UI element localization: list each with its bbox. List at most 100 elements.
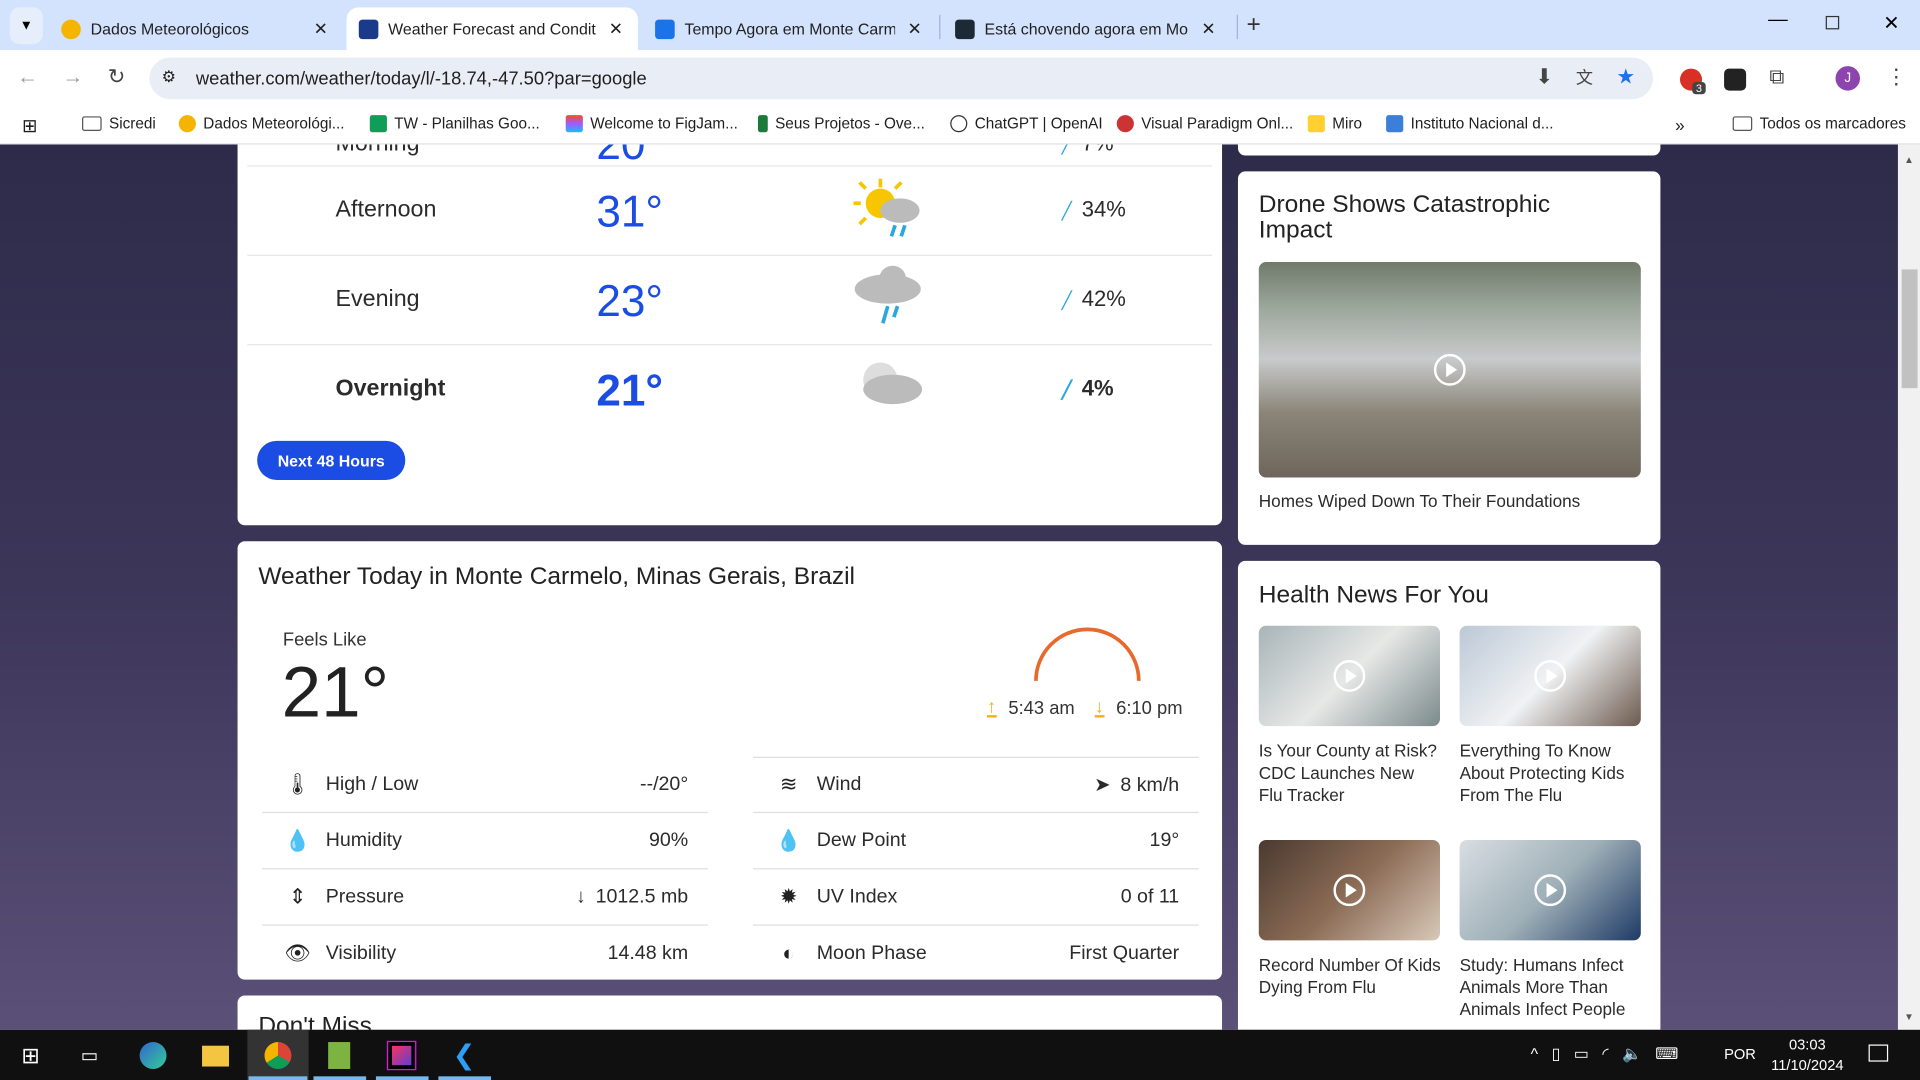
play-icon [1534, 660, 1567, 692]
file-explorer-icon[interactable] [200, 1040, 232, 1072]
video-title[interactable]: Drone Shows Catastrophic Impact [1259, 192, 1626, 243]
translate-icon[interactable]: 文 [1576, 65, 1593, 89]
sunrise-icon: ↑ [986, 696, 997, 717]
bookmark-seus-projetos[interactable]: Seus Projetos - Ove... [757, 115, 925, 133]
bookmark-tw-planilhas[interactable]: TW - Planilhas Goo... [369, 115, 540, 133]
cloud-icon [853, 144, 926, 162]
chrome-icon[interactable] [262, 1040, 294, 1072]
news-item-title[interactable]: Record Number Of Kids Dying From Flu [1259, 954, 1443, 998]
news-thumbnail-lab[interactable] [1258, 625, 1441, 727]
address-bar[interactable]: ⚙ weather.com/weather/today/l/-18.74,-47… [149, 57, 1654, 100]
video-caption[interactable]: Homes Wiped Down To Their Foundations [1259, 490, 1580, 512]
back-icon[interactable]: ← [17, 65, 38, 89]
raindrop-icon: ╱ [1061, 290, 1072, 310]
news-item-title[interactable]: Study: Humans Infect Animals More Than A… [1460, 954, 1650, 1020]
page-content: Morning 20° ╱7% Afternoon 31° ╱34% Eveni… [0, 144, 1898, 1030]
notifications-icon[interactable] [1868, 1044, 1889, 1062]
section-title: Weather Today in Monte Carmelo, Minas Ge… [258, 563, 856, 591]
bookmarks-bar: ⊞ Sicredi Dados Meteorológi... TW - Plan… [0, 105, 1920, 145]
forward-icon[interactable]: → [62, 65, 83, 89]
keyboard-icon: ⌨ [1655, 1044, 1679, 1063]
tab-search-button[interactable]: ▼ [9, 7, 43, 45]
site-settings-icon[interactable]: ⚙ [162, 67, 176, 87]
dont-miss-card: Don't Miss [237, 995, 1223, 1030]
bookmark-visual-paradigm[interactable]: Visual Paradigm Onl... [1116, 115, 1293, 133]
close-tab-icon[interactable]: ✕ [311, 18, 331, 39]
install-app-icon[interactable]: ⬇ [1536, 65, 1553, 89]
bookmark-figjam[interactable]: Welcome to FigJam... [565, 115, 738, 133]
apps-grid-icon[interactable]: ⊞ [22, 115, 37, 137]
menu-kebab-icon[interactable]: ⋮ [1886, 65, 1907, 89]
sidebar-card-top [1237, 144, 1661, 156]
close-window-button[interactable]: ✕ [1883, 11, 1899, 35]
minimize-button[interactable]: — [1768, 10, 1788, 32]
close-tab-icon[interactable]: ✕ [1199, 18, 1219, 39]
tampermonkey-icon[interactable] [1724, 68, 1747, 91]
wind-direction-icon: ➤ [1094, 774, 1111, 796]
reload-icon[interactable]: ↻ [108, 65, 125, 89]
profile-avatar[interactable]: J [1835, 66, 1861, 91]
moon-phase-icon: ◐ [782, 941, 795, 965]
detail-humidity: 💧 Humidity 90% [262, 813, 708, 870]
play-icon [1333, 874, 1366, 907]
bookmark-star-icon[interactable]: ★ [1616, 65, 1635, 89]
play-icon[interactable] [1433, 353, 1466, 386]
page-scrollbar[interactable]: ▲ ▼ [1897, 144, 1920, 1030]
raindrop-icon: ╱ [1061, 379, 1072, 400]
notepad-icon[interactable] [323, 1040, 355, 1072]
pressure-icon: ⇕ [288, 884, 307, 908]
system-tray[interactable]: ^ ▯ ▭ ◜ 🔈 ⌨ [1531, 1044, 1679, 1064]
bookmark-dados[interactable]: Dados Meteorológi... [178, 115, 345, 133]
detail-uv-index: ✹ UV Index 0 of 11 [753, 869, 1199, 926]
vscode-icon[interactable]: ❮ [448, 1040, 480, 1072]
drone-video-card: Drone Shows Catastrophic Impact Homes Wi… [1237, 171, 1661, 545]
edge-icon[interactable] [137, 1040, 169, 1072]
all-bookmarks-folder[interactable]: Todos os marcadores [1732, 115, 1906, 132]
drone-video-thumbnail[interactable] [1258, 262, 1641, 478]
tab-esta-chovendo[interactable]: Está chovendo agora em Monte Carmelo✕ [943, 7, 1231, 50]
task-view-icon[interactable]: ▭ [73, 1040, 105, 1072]
bookmark-chatgpt[interactable]: ChatGPT | OpenAI [950, 115, 1103, 133]
bookmark-miro[interactable]: Miro [1307, 115, 1362, 133]
new-tab-button[interactable]: + [1247, 11, 1261, 39]
bookmark-sicredi[interactable]: Sicredi [82, 115, 156, 132]
forecast-row-afternoon[interactable]: Afternoon 31° ╱ 34% [247, 167, 1213, 256]
intellij-icon[interactable] [386, 1040, 418, 1072]
detail-moon-phase: ◐ Moon Phase First Quarter [753, 926, 1199, 982]
tab-weather-forecast[interactable]: Weather Forecast and Conditions✕ [346, 7, 638, 51]
health-news-card: Health News For You Is Your County at Ri… [1237, 560, 1661, 1030]
start-windows-icon[interactable]: ⊞ [15, 1040, 47, 1072]
sun-arc [1034, 627, 1141, 681]
dew-point-icon: 💧 [775, 828, 802, 852]
next-48-hours-button[interactable]: Next 48 Hours [257, 440, 406, 481]
forecast-row-overnight[interactable]: Overnight 21° ╱ 4% [247, 345, 1212, 434]
news-item-title[interactable]: Is Your County at Risk? CDC Launches New… [1259, 740, 1443, 806]
humidity-drop-icon: 💧 [284, 828, 311, 852]
close-tab-icon[interactable]: ✕ [606, 18, 626, 39]
forecast-row-morning[interactable]: Morning 20° ╱7% [247, 144, 1213, 169]
moon-cloud-icon [853, 358, 926, 419]
news-thumbnail-lab-scientist[interactable] [1459, 840, 1641, 941]
restore-button[interactable] [1825, 15, 1840, 30]
more-bookmarks-icon[interactable]: » [1675, 115, 1685, 135]
cloud-rain-icon [853, 264, 926, 325]
thermometer-icon: 🌡 [284, 772, 311, 796]
bookmark-inmet[interactable]: Instituto Nacional d... [1386, 115, 1554, 133]
tab-tempo-agora[interactable]: Tempo Agora em Monte Carmelo ✕ [643, 7, 937, 50]
section-title: Health News For You [1258, 581, 1489, 609]
news-thumbnail-kids-vaccine[interactable] [1459, 625, 1641, 727]
clock[interactable]: 03:03 11/10/2024 [1763, 1035, 1851, 1077]
scrollbar-thumb[interactable] [1901, 269, 1918, 389]
sunset-icon: ↓ [1094, 696, 1104, 717]
news-thumbnail-sick-kid[interactable] [1258, 840, 1441, 941]
extensions-puzzle-icon[interactable]: ⧉ [1769, 65, 1784, 89]
play-icon [1534, 874, 1567, 907]
close-tab-icon[interactable]: ✕ [905, 18, 925, 39]
language-indicator[interactable]: POR [1724, 1046, 1756, 1063]
feels-like-label: Feels Like [282, 629, 367, 651]
wind-icon: ≋ [779, 772, 798, 796]
tab-dados-meteorologicos[interactable]: Dados Meteorológicos ✕ [49, 7, 343, 50]
detail-wind: ≋ Wind ➤ 8 km/h [753, 757, 1199, 814]
forecast-row-evening[interactable]: Evening 23° ╱ 42% [247, 256, 1213, 346]
news-item-title[interactable]: Everything To Know About Protecting Kids… [1460, 740, 1644, 806]
